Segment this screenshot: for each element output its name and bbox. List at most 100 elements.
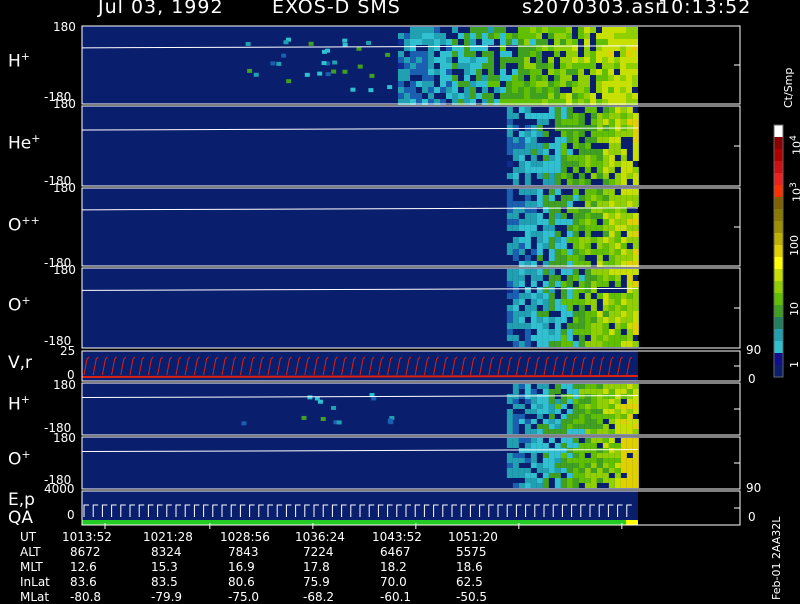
heat-cell — [614, 225, 621, 231]
heat-cell — [608, 75, 614, 81]
heat-cell — [518, 341, 525, 347]
heat-cell — [440, 87, 446, 93]
heat-cell — [512, 81, 518, 87]
heat-cell — [554, 249, 561, 255]
heat-cell — [632, 231, 639, 237]
heat-cell — [614, 107, 621, 113]
heat-cell — [626, 195, 633, 201]
heat-cell — [560, 269, 567, 275]
heat-cell — [512, 137, 519, 143]
heat-cell — [620, 249, 627, 255]
panel-label-o-plus-plus: O++ — [8, 214, 40, 236]
heat-cell — [602, 299, 609, 305]
heat-cell — [476, 63, 482, 69]
heat-cell — [596, 458, 603, 463]
heat-cell — [572, 39, 578, 45]
heat-cell — [536, 409, 543, 414]
heat-cell — [590, 107, 597, 113]
heat-cell — [632, 463, 639, 468]
heat-cell — [524, 478, 531, 483]
heat-cell — [560, 39, 566, 45]
heat-cell — [518, 269, 525, 275]
heat-cell — [518, 293, 525, 299]
heat-cell — [596, 237, 603, 243]
heat-cell — [620, 458, 627, 463]
heat-cell — [614, 81, 620, 87]
heat-cell — [596, 255, 603, 261]
heat-cell — [524, 329, 531, 335]
heat-cell — [464, 75, 470, 81]
ephemeris-cell: 62.5 — [456, 575, 483, 589]
heat-cell — [614, 113, 621, 119]
heat-cell — [608, 468, 615, 473]
heat-cell — [560, 113, 567, 119]
heat-cell — [578, 384, 585, 389]
heat-cell — [530, 409, 537, 414]
heat-cell — [560, 119, 567, 125]
heat-cell — [524, 137, 531, 143]
heat-cell — [452, 87, 458, 93]
heat-cell — [512, 293, 519, 299]
heat-cell — [536, 81, 542, 87]
heat-cell — [620, 57, 626, 63]
heat-cell — [608, 483, 615, 488]
heat-cell — [366, 40, 372, 45]
heat-cell — [602, 69, 608, 75]
heat-cell — [524, 438, 531, 443]
heat-cell — [566, 195, 573, 201]
tick-ep-right-min: 0 — [748, 510, 756, 524]
heat-cell — [566, 51, 572, 57]
heat-cell — [566, 453, 573, 458]
heat-cell — [566, 57, 572, 63]
heat-cell — [602, 269, 609, 275]
heat-cell — [614, 458, 621, 463]
heat-cell — [512, 389, 519, 394]
heat-cell — [614, 269, 621, 275]
heat-cell — [602, 201, 609, 207]
heat-cell — [548, 389, 555, 394]
heat-cell — [524, 473, 531, 478]
heat-cell — [530, 404, 537, 409]
heat-cell — [398, 93, 404, 99]
heat-cell — [632, 311, 639, 317]
heat-cell — [602, 329, 609, 335]
heat-cell — [512, 317, 519, 323]
heat-cell — [626, 317, 633, 323]
heat-cell — [590, 189, 597, 195]
heat-cell — [524, 394, 531, 399]
heat-cell — [548, 473, 555, 478]
heat-cell — [560, 414, 567, 419]
heat-cell — [632, 195, 639, 201]
heat-cell — [578, 429, 585, 434]
heat-cell — [548, 179, 555, 185]
heat-cell — [608, 69, 614, 75]
heat-cell — [452, 75, 458, 81]
heat-cell — [626, 51, 632, 57]
heat-cell — [548, 429, 555, 434]
heat-cell — [596, 243, 603, 249]
heat-cell — [590, 305, 597, 311]
heat-cell — [524, 39, 530, 45]
heat-cell — [626, 69, 632, 75]
heat-cell — [602, 311, 609, 317]
heat-cell — [584, 149, 591, 155]
heat-cell — [554, 93, 560, 99]
exos-d-sms-spectrogram — [81, 25, 784, 529]
heat-cell — [518, 39, 524, 45]
heat-cell — [554, 173, 561, 179]
heat-cell — [548, 281, 555, 287]
heat-cell — [524, 335, 531, 341]
heat-cell — [632, 51, 638, 57]
heat-cell — [560, 448, 567, 453]
heat-cell — [572, 443, 579, 448]
heat-cell — [536, 149, 543, 155]
heat-cell — [596, 429, 603, 434]
heat-cell — [518, 143, 525, 149]
heat-cell — [602, 404, 609, 409]
heat-cell — [554, 453, 561, 458]
heat-cell — [554, 75, 560, 81]
heat-cell — [596, 113, 603, 119]
heat-cell — [524, 399, 531, 404]
heat-cell — [512, 473, 519, 478]
heat-cell — [614, 57, 620, 63]
